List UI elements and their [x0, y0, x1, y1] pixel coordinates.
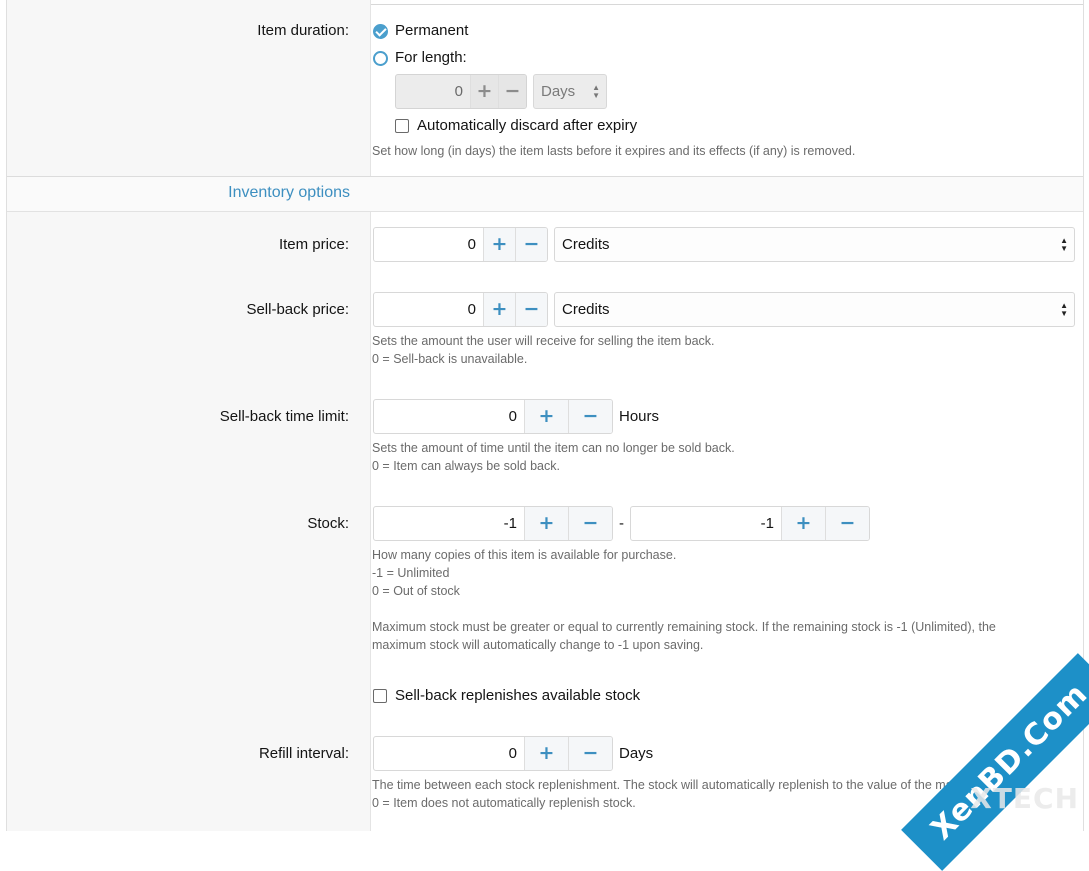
- item-price-stepper: 0 + −: [373, 227, 548, 262]
- stock-min-increment-button[interactable]: +: [524, 507, 568, 540]
- sellback-price-currency-select[interactable]: Credits ▲ ▼: [554, 292, 1075, 327]
- refill-interval-input[interactable]: 0: [374, 737, 524, 770]
- duration-length-stepper: 0 + −: [395, 74, 527, 109]
- stock-hint: How many copies of this item is availabl…: [372, 548, 677, 562]
- stock-min-input[interactable]: -1: [374, 507, 524, 540]
- duration-unit-select[interactable]: Days ▲ ▼: [533, 74, 607, 109]
- sellback-price-hint: 0 = Sell-back is unavailable.: [372, 352, 528, 366]
- sellback-time-stepper: 0 + −: [373, 399, 613, 434]
- refill-increment-button[interactable]: +: [524, 737, 568, 770]
- sellback-price-decrement-button[interactable]: −: [515, 293, 547, 326]
- duration-decrement-button[interactable]: −: [498, 75, 526, 108]
- sellback-time-label: Sell-back time limit:: [219, 408, 349, 425]
- item-price-increment-button[interactable]: +: [483, 228, 515, 261]
- item-price-decrement-button[interactable]: −: [515, 228, 547, 261]
- item-duration-label: Item duration:: [257, 22, 349, 39]
- stock-hint: -1 = Unlimited: [372, 566, 450, 580]
- sellback-replenish-label[interactable]: Sell-back replenishes available stock: [395, 687, 640, 704]
- stock-min-decrement-button[interactable]: −: [568, 507, 612, 540]
- sellback-price-stepper: 0 + −: [373, 292, 548, 327]
- refill-interval-label: Refill interval:: [258, 745, 349, 762]
- top-divider: [371, 4, 1083, 5]
- stock-label: Stock:: [307, 515, 349, 532]
- select-arrows-icon: ▲ ▼: [592, 82, 600, 100]
- stock-max-decrement-button[interactable]: −: [825, 507, 869, 540]
- sellback-time-input[interactable]: 0: [374, 400, 524, 433]
- duration-hint: Set how long (in days) the item lasts be…: [372, 144, 856, 158]
- discard-after-expiry-checkbox[interactable]: [395, 119, 409, 133]
- sellback-time-hint: 0 = Item can always be sold back.: [372, 459, 560, 473]
- sellback-price-label: Sell-back price:: [246, 301, 349, 318]
- duration-increment-button[interactable]: +: [470, 75, 498, 108]
- refill-decrement-button[interactable]: −: [568, 737, 612, 770]
- for-length-label[interactable]: For length:: [395, 49, 467, 66]
- select-arrows-icon: ▲ ▼: [1060, 300, 1068, 318]
- sellback-price-increment-button[interactable]: +: [483, 293, 515, 326]
- item-price-label: Item price:: [278, 236, 349, 253]
- select-arrows-icon: ▲ ▼: [1060, 235, 1068, 253]
- item-price-currency-value: Credits: [562, 236, 610, 253]
- item-price-currency-select[interactable]: Credits ▲ ▼: [554, 227, 1075, 262]
- stock-max-stepper: -1 + −: [630, 506, 870, 541]
- watermark-subtext: XTECH: [970, 782, 1079, 815]
- duration-unit-value: Days: [541, 83, 576, 100]
- stock-hint: maximum stock will automatically change …: [372, 638, 704, 652]
- discard-after-expiry-label[interactable]: Automatically discard after expiry: [417, 117, 637, 134]
- stock-min-stepper: -1 + −: [373, 506, 613, 541]
- refill-interval-hint: The time between each stock replenishmen…: [372, 778, 1026, 792]
- stock-max-increment-button[interactable]: +: [781, 507, 825, 540]
- for-length-radio[interactable]: [373, 51, 388, 66]
- refill-interval-stepper: 0 + −: [373, 736, 613, 771]
- stock-range-separator: -: [619, 515, 624, 532]
- sellback-price-input[interactable]: 0: [374, 293, 483, 326]
- sellback-price-hint: Sets the amount the user will receive fo…: [372, 334, 715, 348]
- inventory-section-header: [7, 176, 1083, 212]
- sellback-replenish-checkbox[interactable]: [373, 689, 387, 703]
- stock-hint: Maximum stock must be greater or equal t…: [372, 620, 996, 634]
- sellback-price-currency-value: Credits: [562, 301, 610, 318]
- duration-length-input[interactable]: 0: [396, 75, 470, 108]
- refill-interval-unit: Days: [619, 745, 654, 762]
- sellback-time-unit: Hours: [619, 408, 660, 425]
- sellback-time-increment-button[interactable]: +: [524, 400, 568, 433]
- stock-max-input[interactable]: -1: [631, 507, 781, 540]
- form-panel: Item duration: Permanent For length: 0 +…: [6, 0, 1084, 831]
- refill-interval-hint: 0 = Item does not automatically replenis…: [372, 796, 636, 810]
- item-price-input[interactable]: 0: [374, 228, 483, 261]
- stock-hint: 0 = Out of stock: [372, 584, 460, 598]
- sellback-time-decrement-button[interactable]: −: [568, 400, 612, 433]
- permanent-radio[interactable]: [373, 24, 388, 39]
- inventory-options-title: Inventory options: [228, 184, 350, 201]
- sellback-time-hint: Sets the amount of time until the item c…: [372, 441, 735, 455]
- permanent-label[interactable]: Permanent: [395, 22, 468, 39]
